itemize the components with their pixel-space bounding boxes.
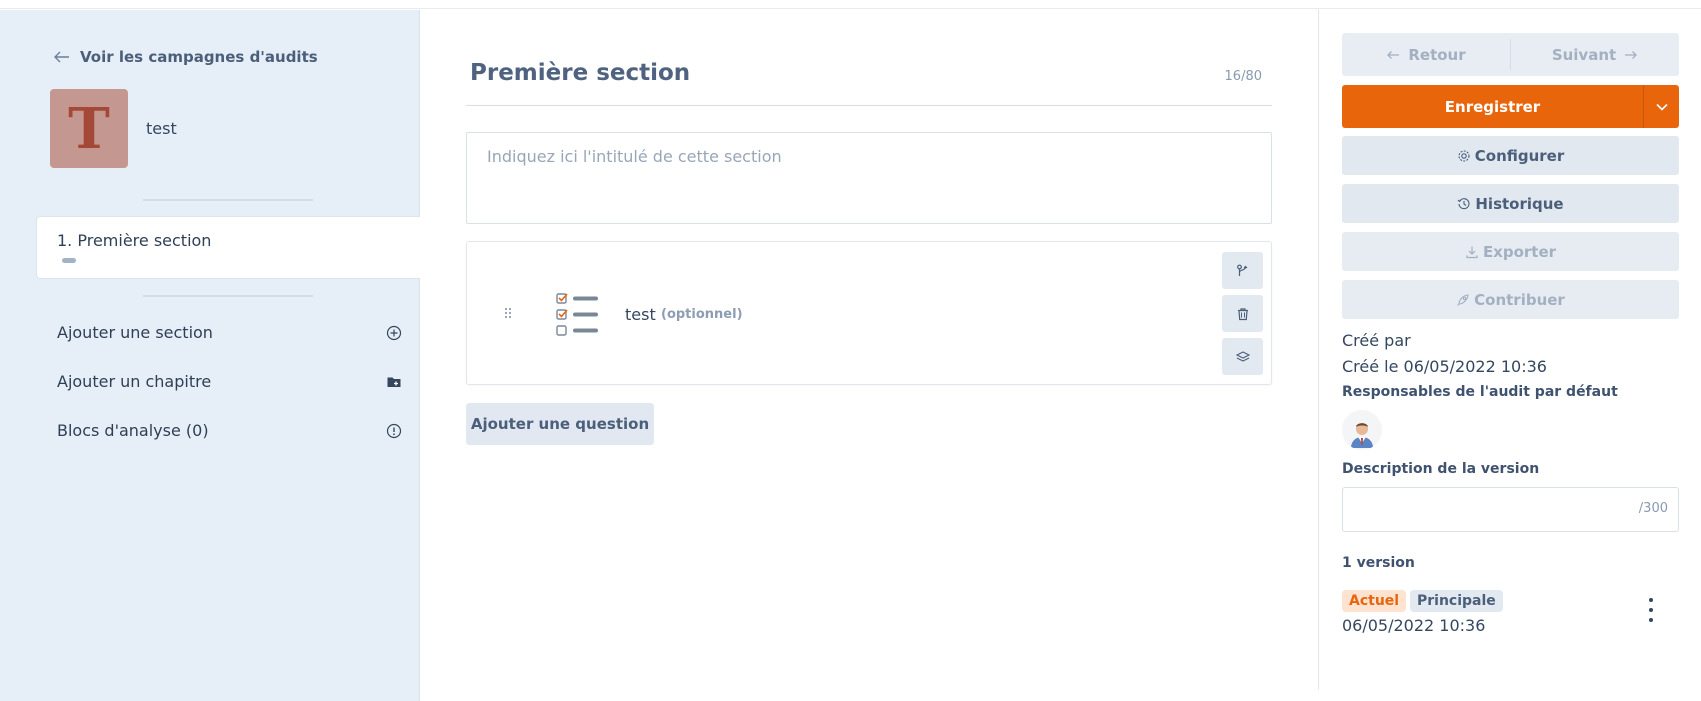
question-optional-tag: (optionnel): [661, 307, 743, 322]
sidebar-item-section-1[interactable]: 1. Première section: [36, 216, 420, 279]
contribute-button[interactable]: Contribuer: [1342, 280, 1679, 319]
save-options-dropdown[interactable]: [1643, 85, 1679, 128]
configure-button[interactable]: Configurer: [1342, 136, 1679, 175]
next-button-label: Suivant: [1551, 45, 1617, 64]
title-char-counter: 16/80: [1224, 69, 1262, 84]
trash-icon: [1237, 307, 1248, 320]
main-version-badge: Principale: [1410, 590, 1503, 612]
add-chapter-label: Ajouter un chapitre: [57, 372, 212, 391]
save-button[interactable]: Enregistrer: [1342, 85, 1643, 128]
export-label: Exporter: [1482, 242, 1557, 261]
back-to-campaigns-link[interactable]: Voir les campagnes d'audits: [54, 48, 318, 66]
owner-avatar[interactable]: [1342, 410, 1382, 450]
back-button[interactable]: Retour: [1342, 33, 1510, 76]
current-version-badge: Actuel: [1342, 590, 1407, 612]
gear-icon: [1458, 149, 1470, 162]
top-bar: [0, 0, 1701, 9]
analysis-blocks-label: Blocs d'analyse (0): [57, 421, 209, 440]
section-label: 1. Première section: [57, 231, 212, 250]
versions-count: 1 version: [1342, 555, 1415, 571]
arrow-right-icon: [1625, 50, 1638, 59]
rocket-icon: [1457, 293, 1469, 306]
question-branching-button[interactable]: [1222, 252, 1263, 289]
analysis-blocks-button[interactable]: Blocs d'analyse (0): [57, 421, 402, 440]
layers-icon: [1235, 350, 1250, 362]
version-description-heading: Description de la version: [1342, 461, 1540, 477]
created-by: Créé par: [1342, 331, 1411, 350]
version-description-input[interactable]: /300: [1342, 487, 1679, 532]
arrow-left-icon: [1387, 50, 1400, 59]
question-delete-button[interactable]: [1222, 295, 1263, 332]
download-icon: [1466, 246, 1478, 258]
folder-plus-icon: [387, 377, 401, 387]
chevron-down-icon: [1655, 103, 1668, 111]
person-avatar-icon: [1342, 410, 1382, 450]
history-label: Historique: [1475, 194, 1564, 213]
question-layers-button[interactable]: [1222, 338, 1263, 375]
question-label: test: [625, 305, 656, 324]
section-progress-indicator: [62, 258, 76, 263]
section-description-placeholder: Indiquez ici l'intitulé de cette section: [487, 147, 782, 166]
version-more-options-icon[interactable]: [1644, 598, 1658, 622]
default-owners-heading: Responsables de l'audit par défaut: [1342, 384, 1618, 400]
save-button-group: Enregistrer: [1342, 85, 1679, 128]
audit-avatar: T: [50, 89, 128, 168]
section-title-field[interactable]: Première section 16/80: [466, 52, 1272, 106]
arrow-left-icon: [54, 51, 69, 63]
drag-handle-icon[interactable]: [503, 306, 513, 320]
divider: [143, 199, 313, 201]
add-question-button[interactable]: Ajouter une question: [466, 403, 654, 445]
export-button[interactable]: Exporter: [1342, 232, 1679, 271]
history-icon: [1457, 197, 1470, 209]
question-card[interactable]: test (optionnel): [466, 241, 1272, 385]
branch-icon: [1236, 264, 1247, 276]
contribute-label: Contribuer: [1474, 290, 1565, 309]
add-section-button[interactable]: Ajouter une section: [57, 323, 402, 342]
history-button[interactable]: Historique: [1342, 184, 1679, 223]
version-description-counter: /300: [1638, 501, 1668, 516]
audit-name: test: [146, 119, 177, 138]
plus-circle-icon: [386, 325, 402, 340]
version-date: 06/05/2022 10:36: [1342, 616, 1486, 635]
section-title[interactable]: Première section: [470, 60, 690, 86]
sidebar: Voir les campagnes d'audits T test 1. Pr…: [0, 10, 420, 701]
add-chapter-button[interactable]: Ajouter un chapitre: [57, 372, 402, 391]
configure-label: Configurer: [1474, 146, 1565, 165]
back-link-label: Voir les campagnes d'audits: [80, 48, 318, 66]
checklist-icon: [556, 293, 598, 336]
created-on: Créé le 06/05/2022 10:36: [1342, 357, 1547, 376]
pagination-nav: Retour Suivant: [1342, 33, 1679, 76]
info-circle-icon: [386, 423, 402, 438]
add-section-label: Ajouter une section: [57, 323, 213, 342]
divider: [143, 295, 313, 297]
section-description-input[interactable]: Indiquez ici l'intitulé de cette section: [466, 132, 1272, 224]
back-button-label: Retour: [1408, 45, 1466, 64]
next-button[interactable]: Suivant: [1511, 33, 1679, 76]
